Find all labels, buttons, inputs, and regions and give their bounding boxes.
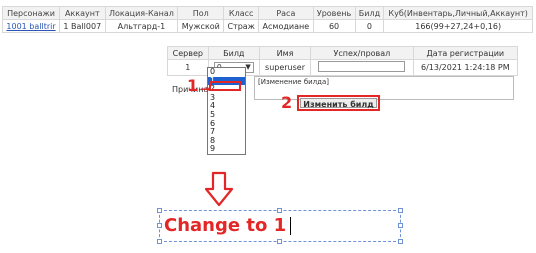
col-header-location: Локация-Канал xyxy=(104,6,179,20)
result-input[interactable] xyxy=(318,61,406,72)
col-header-reg-date: Дата регистрации xyxy=(412,46,519,60)
location-cell: Альтгард-1 xyxy=(104,19,179,33)
character-table: Персонажи Аккаунт Локация-Канал Пол Клас… xyxy=(1,6,533,33)
col-header-server: Сервер xyxy=(167,46,209,60)
arrow-right-icon: → xyxy=(200,82,211,96)
race-cell: Асмодиане xyxy=(258,19,314,33)
account-cell: 1 Ball007 xyxy=(59,19,106,33)
level-cell: 60 xyxy=(312,19,356,33)
character-link[interactable]: 1001 balltrir xyxy=(1,19,61,33)
gender-cell: Мужской xyxy=(177,19,225,33)
col-header-class: Класс xyxy=(223,6,260,20)
server-cell: 1 xyxy=(167,59,209,76)
instruction-textbox[interactable]: Change to 1 xyxy=(157,208,403,244)
col-header-account: Аккаунт xyxy=(59,6,106,20)
resize-handle[interactable] xyxy=(157,239,162,244)
col-header-build: Билд xyxy=(207,46,260,60)
col-header-cube: Куб(Инвентарь,Личный,Аккаунт) xyxy=(383,6,533,20)
dropdown-option[interactable]: 9 xyxy=(208,145,245,154)
name-cell: superuser xyxy=(258,59,312,76)
chevron-down-icon: ▼ xyxy=(245,63,251,71)
resize-handle[interactable] xyxy=(398,239,403,244)
resize-handle[interactable] xyxy=(277,239,282,244)
resize-handle[interactable] xyxy=(277,208,282,213)
col-header-race: Раса xyxy=(258,6,314,20)
step2-number: 2 xyxy=(281,93,293,112)
result-cell xyxy=(310,59,414,76)
build-cell: 0 xyxy=(354,19,385,33)
cube-cell: 166(99+27,24+0,16) xyxy=(383,19,533,33)
resize-handle[interactable] xyxy=(157,208,162,213)
resize-handle[interactable] xyxy=(398,208,403,213)
instruction-text: Change to 1 xyxy=(164,215,291,236)
step1-highlight xyxy=(209,81,241,91)
col-header-result: Успех/провал xyxy=(310,46,414,60)
col-header-build: Билд xyxy=(354,6,385,20)
step1-number: 1 xyxy=(187,76,199,95)
class-cell: Страж xyxy=(223,19,260,33)
col-header-characters: Персонажи xyxy=(1,6,61,20)
change-build-button-highlight: Изменить билд xyxy=(297,95,380,111)
col-header-gender: Пол xyxy=(177,6,225,20)
resize-handle[interactable] xyxy=(157,223,162,228)
character-table-header: Персонажи Аккаунт Локация-Канал Пол Клас… xyxy=(1,6,533,20)
change-build-button[interactable]: Изменить билд xyxy=(300,98,377,109)
resize-handle[interactable] xyxy=(398,223,403,228)
col-header-level: Уровень xyxy=(312,6,356,20)
table-row: 1001 balltrir 1 Ball007 Альтгард-1 Мужск… xyxy=(1,19,533,33)
build-change-header: Сервер Билд Имя Успех/провал Дата регист… xyxy=(167,46,519,60)
arrow-down-icon xyxy=(204,171,234,207)
reg-date-cell: 6/13/2021 1:24:18 PM xyxy=(412,59,519,76)
col-header-name: Имя xyxy=(258,46,312,60)
reason-textarea[interactable]: [Изменение билда] xyxy=(254,76,514,100)
